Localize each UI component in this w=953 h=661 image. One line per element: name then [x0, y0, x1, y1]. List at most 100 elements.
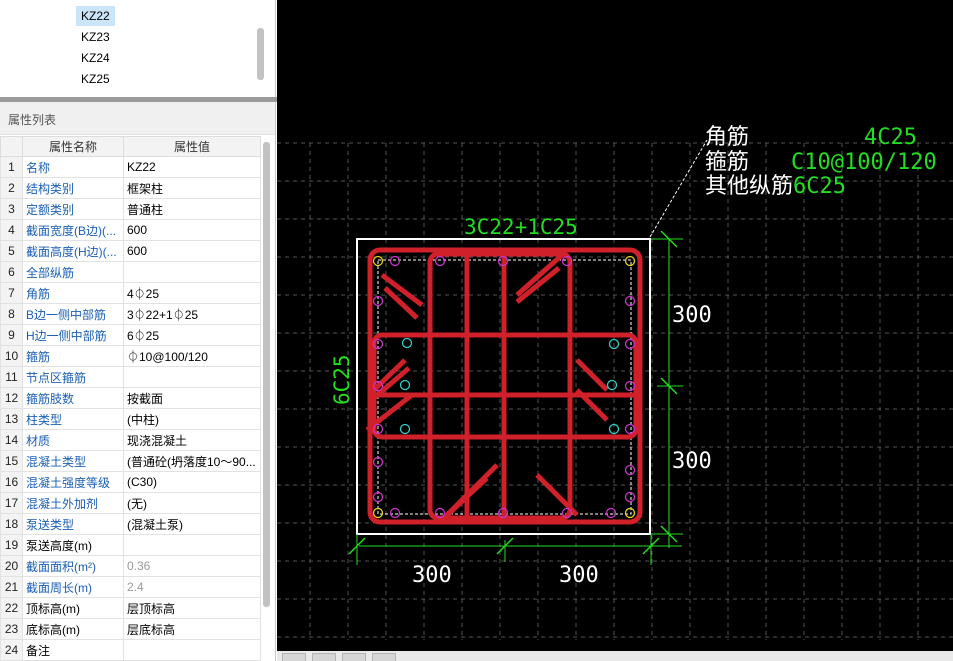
property-value[interactable] [123, 366, 261, 388]
rebar-circle [624, 507, 636, 519]
property-value[interactable]: 3⏀22+1⏀25 [123, 303, 261, 325]
property-value[interactable]: 6⏀25 [123, 324, 261, 346]
property-value[interactable] [123, 534, 261, 556]
property-row[interactable]: 19 泵送高度(m) [0, 534, 261, 556]
tree-item-kz23[interactable]: KZ23 [76, 27, 115, 47]
rebar-circle [624, 380, 636, 392]
property-value[interactable]: 层顶标高 [123, 597, 261, 619]
stirrup-hook [515, 253, 564, 297]
property-value[interactable]: 按截面 [123, 387, 261, 409]
property-value[interactable]: (中柱) [123, 408, 261, 430]
property-name: 混凝土类型 [22, 450, 124, 472]
property-value[interactable]: 普通柱 [123, 198, 261, 220]
property-value[interactable]: 600 [123, 219, 261, 241]
property-value[interactable] [123, 261, 261, 283]
property-name: 全部纵筋 [22, 261, 124, 283]
status-button-1[interactable] [282, 653, 306, 661]
dim-bottom-right: 300 [559, 563, 599, 588]
property-name: 混凝土强度等级 [22, 471, 124, 493]
leader-line [649, 139, 708, 238]
property-row[interactable]: 14 材质 现浇混凝土 [0, 429, 261, 451]
property-row[interactable]: 1 名称 KZ22 [0, 156, 261, 178]
property-index: 5 [0, 240, 23, 262]
status-button-3[interactable] [342, 653, 366, 661]
property-value[interactable]: 0.36 [123, 555, 261, 577]
property-value[interactable]: KZ22 [123, 156, 261, 178]
property-name: 截面周长(m) [22, 576, 124, 598]
property-value[interactable]: 层底标高 [123, 618, 261, 640]
property-row[interactable]: 8 B边一侧中部筋 3⏀22+1⏀25 [0, 303, 261, 325]
property-row[interactable]: 18 泵送类型 (混凝土泵) [0, 513, 261, 535]
property-row[interactable]: 9 H边一侧中部筋 6⏀25 [0, 324, 261, 346]
property-name: H边一侧中部筋 [22, 324, 124, 346]
tree-item-kz25[interactable]: KZ25 [76, 69, 115, 89]
left-panel: KZ22 KZ23 KZ24 KZ25 属性列表 属性名称 属性值 1 名称 KZ2… [0, 0, 277, 661]
property-row[interactable]: 5 截面高度(H边)(... 600 [0, 240, 261, 262]
property-name: 底标高(m) [22, 618, 124, 640]
property-value[interactable] [123, 639, 261, 661]
property-index: 11 [0, 366, 23, 388]
legend-label-other: 其他纵筋 [705, 174, 793, 199]
property-value[interactable]: ⏀10@100/120 [123, 345, 261, 367]
property-name: 柱类型 [22, 408, 124, 430]
property-value[interactable]: 现浇混凝土 [123, 429, 261, 451]
property-index: 18 [0, 513, 23, 535]
property-value[interactable]: (无) [123, 492, 261, 514]
properties-scrollbar[interactable] [263, 142, 270, 607]
dim-right-bottom: 300 [672, 449, 712, 474]
property-value[interactable]: 框架柱 [123, 177, 261, 199]
property-row[interactable]: 11 节点区箍筋 [0, 366, 261, 388]
property-index: 10 [0, 345, 23, 367]
property-name: B边一侧中部筋 [22, 303, 124, 325]
property-row[interactable]: 17 混凝土外加剂 (无) [0, 492, 261, 514]
property-row[interactable]: 7 角筋 4⏀25 [0, 282, 261, 304]
drawing-canvas[interactable]: 角筋 4C25 箍筋 C10@100/120 其他纵筋 6C25 3C22+1C… [277, 0, 953, 661]
property-row[interactable]: 24 备注 [0, 639, 261, 661]
property-row[interactable]: 13 柱类型 (中柱) [0, 408, 261, 430]
property-row[interactable]: 12 箍筋肢数 按截面 [0, 387, 261, 409]
property-index: 21 [0, 576, 23, 598]
rebar-circle [624, 491, 636, 503]
rebar-circle [624, 295, 636, 307]
property-row[interactable]: 10 箍筋 ⏀10@100/120 [0, 345, 261, 367]
property-index: 8 [0, 303, 23, 325]
property-row[interactable]: 4 截面宽度(B边)(... 600 [0, 219, 261, 241]
property-index: 7 [0, 282, 23, 304]
legend-value-stirrup: C10@100/120 [791, 150, 937, 175]
property-value[interactable]: 600 [123, 240, 261, 262]
property-row[interactable]: 20 截面面积(m²) 0.36 [0, 555, 261, 577]
rebar-circle [624, 338, 636, 350]
property-row[interactable]: 22 顶标高(m) 层顶标高 [0, 597, 261, 619]
property-row[interactable]: 2 结构类别 框架柱 [0, 177, 261, 199]
property-value[interactable]: 2.4 [123, 576, 261, 598]
property-row[interactable]: 21 截面周长(m) 2.4 [0, 576, 261, 598]
property-name: 结构类别 [22, 177, 124, 199]
property-name: 泵送类型 [22, 513, 124, 535]
property-index: 3 [0, 198, 23, 220]
property-row[interactable]: 16 混凝土强度等级 (C30) [0, 471, 261, 493]
property-name: 定额类别 [22, 198, 124, 220]
property-value[interactable]: (混凝土泵) [123, 513, 261, 535]
property-index: 2 [0, 177, 23, 199]
tree-item-kz22[interactable]: KZ22 [76, 6, 115, 26]
tree-item-kz24[interactable]: KZ24 [76, 48, 115, 68]
property-index: 14 [0, 429, 23, 451]
property-value[interactable]: (普通砼(坍落度10～90... [123, 450, 261, 472]
status-button-4[interactable] [372, 653, 396, 661]
property-row[interactable]: 6 全部纵筋 [0, 261, 261, 283]
property-row[interactable]: 15 混凝土类型 (普通砼(坍落度10～90... [0, 450, 261, 472]
property-row[interactable]: 3 定额类别 普通柱 [0, 198, 261, 220]
rebar-circle [399, 423, 411, 435]
property-value[interactable]: (C30) [123, 471, 261, 493]
property-name: 箍筋肢数 [22, 387, 124, 409]
rebar-circle [399, 379, 411, 391]
header-value: 属性值 [123, 136, 261, 157]
column-section-drawing[interactable]: 角筋 4C25 箍筋 C10@100/120 其他纵筋 6C25 3C22+1C… [277, 0, 953, 661]
tree-scrollbar[interactable] [257, 28, 264, 80]
property-value[interactable]: 4⏀25 [123, 282, 261, 304]
property-index: 20 [0, 555, 23, 577]
status-button-2[interactable] [312, 653, 336, 661]
status-bar [277, 651, 953, 661]
property-row[interactable]: 23 底标高(m) 层底标高 [0, 618, 261, 640]
stirrup-hook [383, 286, 419, 320]
